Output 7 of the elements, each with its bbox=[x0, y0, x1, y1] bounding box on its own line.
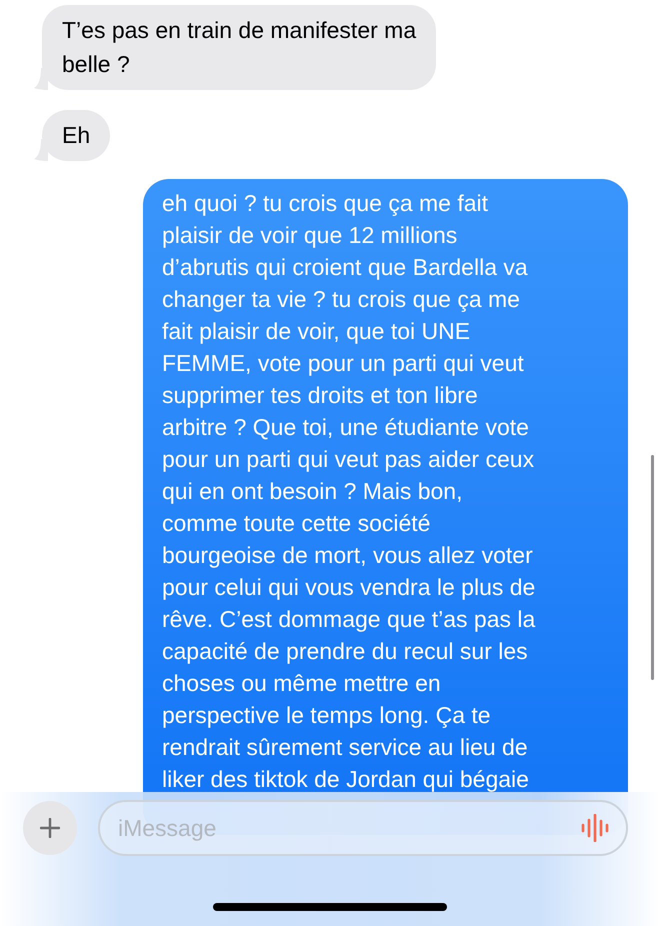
message-field[interactable]: iMessage bbox=[98, 800, 628, 856]
audio-wave-icon[interactable] bbox=[580, 814, 610, 842]
message-text: eh quoi ? tu crois que ça me fait plaisir de voir que 12 millions d’abrutis qui croient que Bardella va changer ta vie ? tu crois que ça me fait plaisir de voir, que toi UNE FEMME, vote pour un parti qui veut supprimer tes droits et ton libre arbitre ? Que toi, une étudiante vote pour un parti qui veut pas aider ceux qui en ont besoin ? Mais bon, comme toute cette société bourgeoise de mort, vous allez voter pour celui qui vous vendra le plus de rêve. C’est dommage que t’as pas la capacité de prendre du recul sur les choses ou même mettre en perspective le temps long. Ça te rendrait sûrement service au lieu de liker des tiktok de Jordan qui bégaie bbox=[162, 190, 536, 792]
scroll-bar[interactable] bbox=[651, 455, 654, 680]
message-text: Eh bbox=[62, 122, 90, 148]
plus-icon bbox=[40, 818, 60, 838]
message-text: T’es pas en train de manifester ma belle ? bbox=[62, 17, 416, 77]
